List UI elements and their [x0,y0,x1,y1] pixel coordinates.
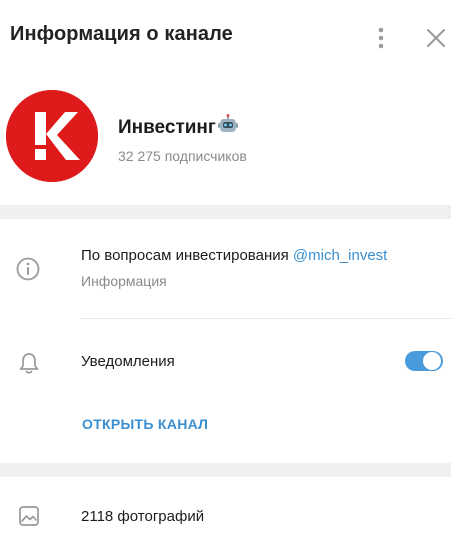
close-icon [427,29,445,47]
section-divider [0,463,451,477]
panel-header: Информация о канале [0,0,451,72]
description-label: Информация [81,273,167,289]
more-options-button[interactable] [370,24,392,52]
avatar-logo [6,90,98,182]
row-separator [80,318,451,319]
close-button[interactable] [424,26,448,50]
notifications-toggle[interactable] [405,351,443,371]
channel-profile: Инвестинг 32 275 подписчиков [0,80,451,210]
open-channel-button[interactable]: ОТКРЫТЬ КАНАЛ [82,416,208,432]
panel-title: Информация о канале [10,23,233,45]
channel-description: По вопросам инвестирования @mich_invest [81,247,387,264]
more-vertical-icon [378,27,384,49]
info-icon [14,255,42,283]
image-icon [15,502,43,530]
channel-name: Инвестинг [118,114,239,142]
channel-avatar[interactable] [6,90,98,182]
subscriber-count: 32 275 подписчиков [118,148,247,164]
toggle-knob [422,351,442,371]
description-text: По вопросам инвестирования [81,247,293,264]
contact-link[interactable]: @mich_invest [293,247,387,264]
notifications-label: Уведомления [81,353,175,370]
bell-icon [15,349,43,377]
channel-name-text: Инвестинг [118,117,216,138]
section-divider [0,205,451,219]
shared-photos-item[interactable]: 2118 фотографий [81,508,204,525]
robot-icon [217,114,239,142]
